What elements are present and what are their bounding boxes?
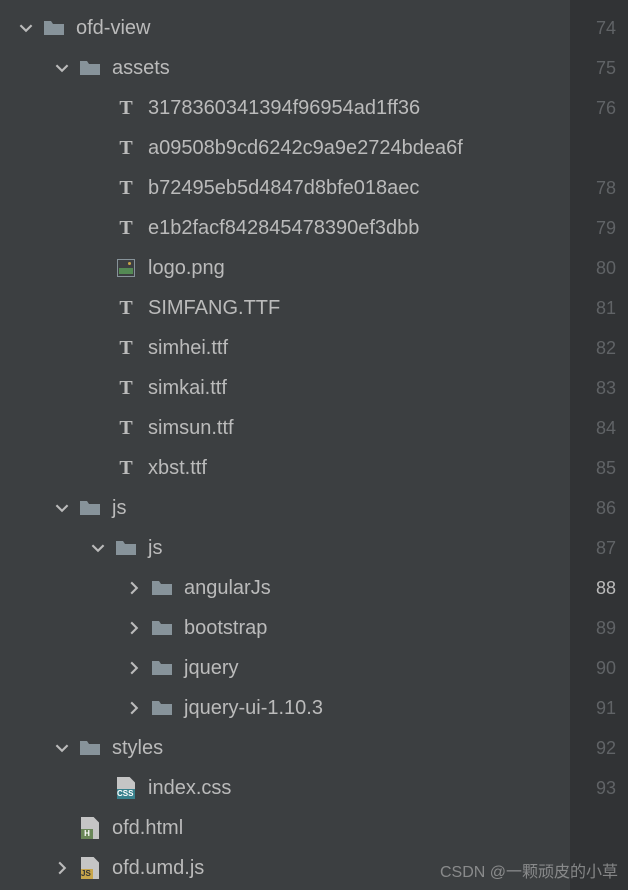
line-number: 87: [570, 528, 628, 568]
chevron-down-icon: [86, 536, 110, 560]
image-file-icon: [114, 256, 138, 280]
chevron-right-icon: [122, 696, 146, 720]
line-number: 79: [570, 208, 628, 248]
tree-item-folder[interactable]: styles: [0, 728, 570, 768]
line-number: 82: [570, 328, 628, 368]
tree-item-label: logo.png: [148, 257, 225, 280]
tree-item-folder[interactable]: angularJs: [0, 568, 570, 608]
tree-item-file[interactable]: T simhei.ttf: [0, 328, 570, 368]
tree-item-label: simkai.ttf: [148, 377, 227, 400]
tree-item-file[interactable]: ofd.html: [0, 808, 570, 848]
tree-item-folder[interactable]: js: [0, 488, 570, 528]
tree-item-label: index.css: [148, 777, 231, 800]
tree-item-folder[interactable]: bootstrap: [0, 608, 570, 648]
tree-item-file[interactable]: index.css: [0, 768, 570, 808]
tree-item-folder[interactable]: assets: [0, 48, 570, 88]
line-number: 92: [570, 728, 628, 768]
line-number: 78: [570, 168, 628, 208]
line-number: [570, 128, 628, 168]
tree-item-file[interactable]: T SIMFANG.TTF: [0, 288, 570, 328]
tree-item-label: angularJs: [184, 577, 271, 600]
tree-item-label: simhei.ttf: [148, 337, 228, 360]
folder-icon: [78, 736, 102, 760]
tree-item-label: b72495eb5d4847d8bfe018aec: [148, 177, 419, 200]
folder-icon: [42, 16, 66, 40]
tree-item-label: jquery-ui-1.10.3: [184, 697, 323, 720]
tree-item-file[interactable]: T simkai.ttf: [0, 368, 570, 408]
chevron-right-icon: [122, 656, 146, 680]
folder-icon: [78, 496, 102, 520]
line-number: 84: [570, 408, 628, 448]
tree-item-file[interactable]: logo.png: [0, 248, 570, 288]
font-file-icon: T: [114, 336, 138, 360]
font-file-icon: T: [114, 136, 138, 160]
tree-item-folder[interactable]: ofd-view: [0, 8, 570, 48]
tree-item-folder[interactable]: jquery: [0, 648, 570, 688]
chevron-down-icon: [50, 496, 74, 520]
tree-item-label: SIMFANG.TTF: [148, 297, 280, 320]
font-file-icon: T: [114, 456, 138, 480]
tree-item-file[interactable]: T e1b2facf842845478390ef3dbb: [0, 208, 570, 248]
tree-item-label: js: [148, 537, 162, 560]
folder-icon: [150, 656, 174, 680]
tree-item-folder[interactable]: js: [0, 528, 570, 568]
line-number: 91: [570, 688, 628, 728]
folder-icon: [150, 616, 174, 640]
chevron-down-icon: [50, 736, 74, 760]
tree-item-label: ofd-view: [76, 17, 150, 40]
font-file-icon: T: [114, 96, 138, 120]
tree-item-label: ofd.umd.js: [112, 857, 204, 880]
chevron-down-icon: [14, 16, 38, 40]
tree-item-label: 3178360341394f96954ad1ff36: [148, 97, 420, 120]
chevron-down-icon: [50, 56, 74, 80]
line-number: 86: [570, 488, 628, 528]
line-number: 83: [570, 368, 628, 408]
font-file-icon: T: [114, 216, 138, 240]
watermark: CSDN @一颗顽皮的小草: [440, 858, 618, 882]
tree-item-label: simsun.ttf: [148, 417, 234, 440]
tree-item-file[interactable]: T a09508b9cd6242c9a9e2724bdea6f: [0, 128, 570, 168]
html-file-icon: [78, 816, 102, 840]
js-file-icon: [78, 856, 102, 880]
line-number: 85: [570, 448, 628, 488]
folder-icon: [150, 576, 174, 600]
line-number: 81: [570, 288, 628, 328]
line-number: 76: [570, 88, 628, 128]
tree-item-file[interactable]: T b72495eb5d4847d8bfe018aec: [0, 168, 570, 208]
tree-item-label: jquery: [184, 657, 238, 680]
line-number: 74: [570, 8, 628, 48]
line-number: [570, 808, 628, 848]
chevron-right-icon: [50, 856, 74, 880]
tree-item-folder[interactable]: jquery-ui-1.10.3: [0, 688, 570, 728]
folder-icon: [114, 536, 138, 560]
tree-item-file[interactable]: T 3178360341394f96954ad1ff36: [0, 88, 570, 128]
chevron-right-icon: [122, 576, 146, 600]
line-number-gutter: 74 75 76 78 79 80 81 82 83 84 85 86 87 8…: [570, 0, 628, 890]
chevron-right-icon: [122, 616, 146, 640]
line-number: 90: [570, 648, 628, 688]
css-file-icon: [114, 776, 138, 800]
tree-item-label: e1b2facf842845478390ef3dbb: [148, 217, 419, 240]
tree-item-label: ofd.html: [112, 817, 183, 840]
line-number: 93: [570, 768, 628, 808]
tree-item-file[interactable]: T xbst.ttf: [0, 448, 570, 488]
folder-icon: [78, 56, 102, 80]
tree-item-file[interactable]: T simsun.ttf: [0, 408, 570, 448]
line-number: 75: [570, 48, 628, 88]
font-file-icon: T: [114, 416, 138, 440]
tree-item-label: assets: [112, 57, 170, 80]
tree-item-label: bootstrap: [184, 617, 267, 640]
file-tree: ofd-view assets T 3178360341394f96954ad1…: [0, 0, 570, 890]
tree-item-label: styles: [112, 737, 163, 760]
folder-icon: [150, 696, 174, 720]
line-number: 89: [570, 608, 628, 648]
tree-item-label: xbst.ttf: [148, 457, 207, 480]
tree-item-label: a09508b9cd6242c9a9e2724bdea6f: [148, 137, 463, 160]
tree-item-label: js: [112, 497, 126, 520]
font-file-icon: T: [114, 376, 138, 400]
line-number-selected: 88: [570, 568, 628, 608]
font-file-icon: T: [114, 296, 138, 320]
line-number: 80: [570, 248, 628, 288]
font-file-icon: T: [114, 176, 138, 200]
